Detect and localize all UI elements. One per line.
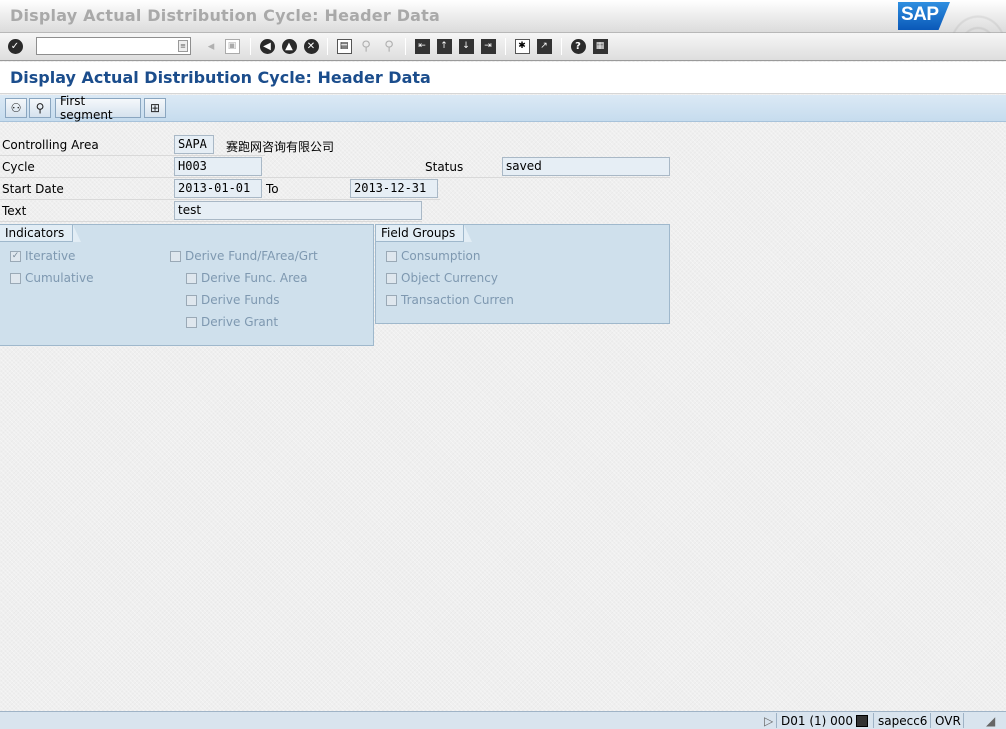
save-icon: ▣: [223, 37, 241, 55]
print-icon[interactable]: ▤: [335, 37, 353, 55]
last-page-icon[interactable]: ⇥: [479, 37, 497, 55]
server-name: sapecc6: [878, 714, 928, 728]
cumulative-label: Cumulative: [25, 271, 94, 285]
controlling-area-field[interactable]: SAPA: [174, 135, 214, 154]
consumption-checkbox[interactable]: Consumption: [386, 249, 480, 263]
status-expand-icon[interactable]: ▷: [764, 713, 773, 729]
divider: [0, 155, 265, 156]
start-date-field[interactable]: 2013-01-01: [174, 179, 262, 198]
page-title: Display Actual Distribution Cycle: Heade…: [10, 68, 431, 87]
hierarchy-icon: ⊞: [149, 101, 161, 115]
title-bar: Display Actual Distribution Cycle: Heade…: [0, 0, 1006, 60]
standard-toolbar: ✓ ≡ ◂ ▣ ◀ ▲ ✕ ▤ ⚲ ⚲ ⇤ ↑ ↓ ⇥ ✱ ↗ ? ▦: [0, 33, 1006, 61]
object-currency-checkbox[interactable]: Object Currency: [386, 271, 498, 285]
field-groups-group: Field Groups Consumption Object Currency…: [375, 224, 670, 324]
first-segment-button[interactable]: First segment: [55, 94, 141, 122]
find-button[interactable]: ⚲: [29, 98, 51, 118]
hierarchy-button[interactable]: ⊞: [144, 98, 166, 118]
application-toolbar: ⚇ ⚲ First segment ⊞: [0, 94, 1006, 122]
object-currency-label: Object Currency: [401, 271, 498, 285]
field-groups-title: Field Groups: [376, 225, 473, 242]
checkmark-icon: ✓: [10, 250, 21, 262]
divider: [0, 177, 670, 178]
derive-funds-checkbox[interactable]: Derive Funds: [186, 293, 280, 307]
toolbar-separator: [561, 38, 562, 55]
exit-icon[interactable]: ▲: [280, 37, 298, 55]
person-icon: ⚇: [10, 101, 22, 115]
toolbar-separator: [250, 38, 251, 55]
status-bar: ▷ D01 (1) 000 sapecc6 OVR ◢: [0, 711, 1006, 729]
start-date-label: Start Date: [2, 182, 64, 196]
status-label: Status: [425, 160, 464, 174]
controlling-area-label: Controlling Area: [2, 138, 99, 152]
shortcut-icon[interactable]: ↗: [535, 37, 553, 55]
derive-func-area-checkbox[interactable]: Derive Func. Area: [186, 271, 308, 285]
find-icon: ⚲: [361, 38, 371, 54]
previous-page-icon[interactable]: ↑: [435, 37, 453, 55]
resize-grip-icon: ◢: [986, 714, 996, 728]
end-date-field[interactable]: 2013-12-31: [350, 179, 438, 198]
divider: [930, 713, 931, 728]
toolbar-separator: [505, 38, 506, 55]
insert-mode: OVR: [935, 714, 961, 728]
derive-func-area-label: Derive Func. Area: [201, 271, 308, 285]
toolbar-separator: [327, 38, 328, 55]
find-next-icon: ⚲: [384, 38, 394, 54]
iterative-checkbox[interactable]: ✓ Iterative: [10, 249, 75, 263]
create-session-icon[interactable]: ✱: [513, 37, 531, 55]
to-label: To: [266, 182, 279, 196]
page-header: Display Actual Distribution Cycle: Heade…: [0, 62, 1006, 94]
divider: [776, 713, 777, 728]
controlling-area-description: 赛跑网咨询有限公司: [226, 140, 335, 154]
text-label: Text: [2, 204, 27, 218]
first-page-icon[interactable]: ⇤: [413, 37, 431, 55]
divider: [0, 199, 440, 200]
command-field[interactable]: ≡: [36, 37, 191, 55]
system-info: D01 (1) 000: [781, 714, 854, 728]
transaction-currency-label: Transaction Curren: [401, 293, 514, 307]
indicators-group: Indicators ✓ Iterative Cumulative Derive…: [0, 224, 374, 346]
cycle-label: Cycle: [2, 160, 35, 174]
indicators-title: Indicators: [0, 225, 82, 242]
iterative-label: Iterative: [25, 249, 76, 263]
enter-icon[interactable]: ✓: [6, 37, 24, 55]
divider: [0, 221, 422, 222]
divider: [963, 713, 964, 728]
help-icon[interactable]: ?: [569, 37, 587, 55]
derive-fund-farea-grt-label: Derive Fund/FArea/Grt: [185, 249, 318, 263]
binoculars-icon: ⚲: [35, 101, 45, 115]
derive-grant-label: Derive Grant: [201, 315, 279, 329]
window-title: Display Actual Distribution Cycle: Heade…: [10, 6, 441, 25]
transaction-currency-checkbox[interactable]: Transaction Curren: [386, 293, 514, 307]
derive-fund-farea-grt-checkbox[interactable]: Derive Fund/FArea/Grt: [170, 249, 318, 263]
divider: [873, 713, 874, 728]
toolbar-separator: [405, 38, 406, 55]
cumulative-checkbox[interactable]: Cumulative: [10, 271, 94, 285]
derive-funds-label: Derive Funds: [201, 293, 280, 307]
cycle-field[interactable]: H003: [174, 157, 262, 176]
cancel-icon[interactable]: ✕: [302, 37, 320, 55]
status-field[interactable]: saved: [502, 157, 670, 176]
back-icon[interactable]: ◀: [258, 37, 276, 55]
text-field[interactable]: test: [174, 201, 422, 220]
customize-layout-icon[interactable]: ▦: [591, 37, 609, 55]
back-arrow-icon: ◂: [207, 38, 215, 54]
dropdown-icon[interactable]: ≡: [178, 40, 188, 52]
display-change-button[interactable]: ⚇: [5, 98, 27, 118]
session-icon[interactable]: [856, 713, 869, 729]
consumption-label: Consumption: [401, 249, 481, 263]
derive-grant-checkbox[interactable]: Derive Grant: [186, 315, 278, 329]
next-page-icon[interactable]: ↓: [457, 37, 475, 55]
